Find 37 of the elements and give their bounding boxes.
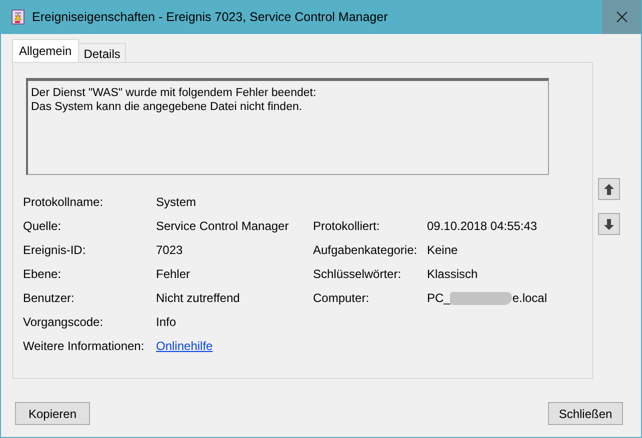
field-value: Fehler — [156, 267, 192, 281]
field-value: System — [156, 195, 198, 209]
field-label: Quelle: — [23, 219, 62, 233]
event-log-icon — [11, 9, 25, 25]
field-label: Computer: — [313, 291, 370, 305]
field-label: Protokolliert: — [313, 219, 381, 233]
message-box: Der Dienst "WAS" wurde mit folgendem Fehler beendet: Das System kann die angegebene Datei nicht finden. — [26, 78, 549, 175]
dialog-button[interactable]: Kopieren — [15, 402, 90, 425]
field-value: 7023 — [156, 243, 184, 257]
field-value: e.local — [512, 291, 547, 305]
field-label: Schlüsselwörter: — [313, 267, 402, 281]
previous-button[interactable] — [598, 178, 620, 200]
field-value: Klassisch — [427, 267, 479, 281]
close-icon — [616, 11, 628, 23]
field-value: 09.10.2018 04:55:43 — [427, 219, 538, 233]
tab[interactable]: Details — [78, 43, 126, 62]
field-value: Info — [156, 315, 178, 329]
field-label: Aufgabenkategorie: — [313, 243, 418, 257]
field-label: Benutzer: — [23, 291, 76, 305]
next-button[interactable] — [598, 213, 620, 235]
tab[interactable]: Allgemein — [12, 39, 79, 62]
field-value: Keine — [427, 243, 459, 257]
field-label: Protokollname: — [23, 195, 104, 209]
field-label: Vorgangscode: — [23, 315, 104, 329]
arrow-down-icon — [604, 218, 614, 230]
field-value: Nicht zutreffend — [156, 291, 241, 305]
arrow-up-icon — [604, 184, 614, 194]
field-value: Service Control Manager — [156, 219, 290, 233]
close-button[interactable] — [602, 0, 641, 34]
redaction-mark — [450, 292, 512, 304]
window-title: Ereigniseigenschaften - Ereignis 7023, Service Control Manager — [32, 10, 389, 24]
dialog-button[interactable]: Schließen — [548, 402, 623, 425]
field-label: Ebene: — [23, 267, 62, 281]
field-label: Weitere Informationen: — [23, 339, 146, 353]
field-label: Ereignis-ID: — [23, 243, 87, 257]
field-value: PC_ — [427, 291, 450, 305]
help-link[interactable]: Onlinehilfe — [156, 339, 213, 353]
